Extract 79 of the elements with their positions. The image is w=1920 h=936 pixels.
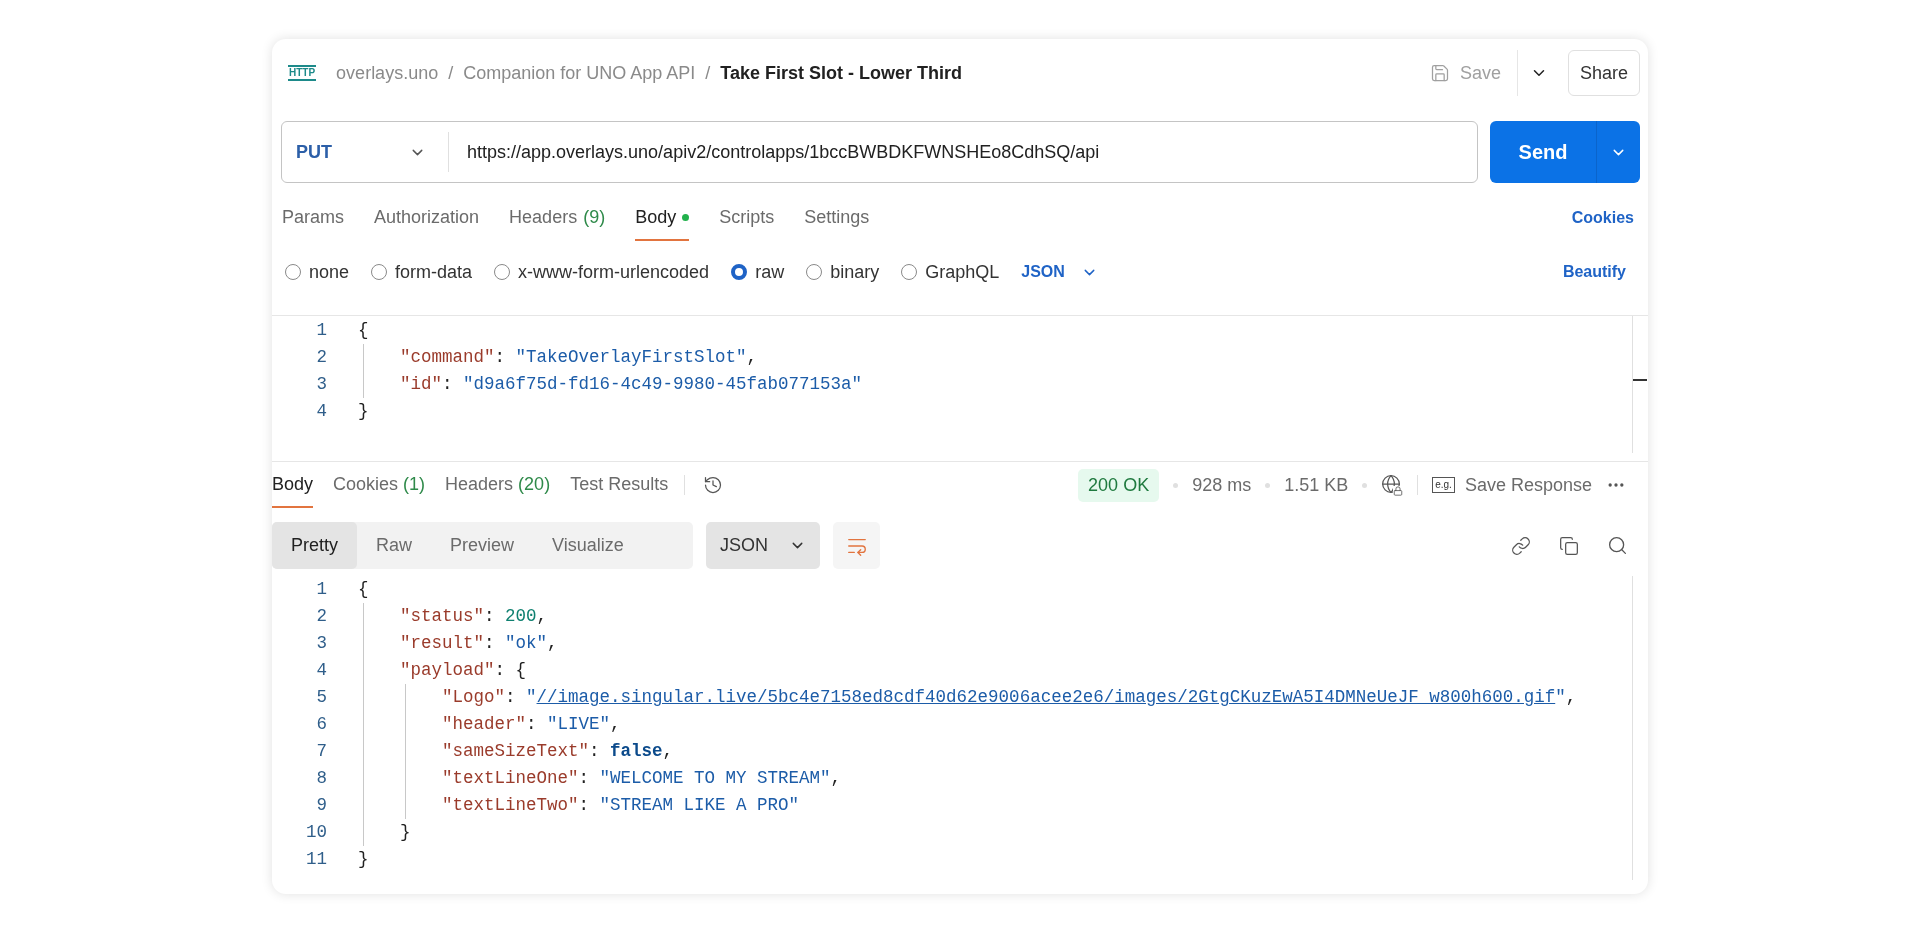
link-icon[interactable]	[1511, 535, 1531, 556]
cookies-link[interactable]: Cookies	[1571, 206, 1634, 230]
method-dropdown[interactable]: PUT	[282, 132, 449, 172]
beautify-button[interactable]: Beautify	[1562, 260, 1626, 284]
code-line: "header": "LIVE",	[442, 713, 621, 737]
code-line: "status": 200,	[400, 605, 548, 629]
line-number: 5	[315, 686, 328, 710]
save-response-button[interactable]: e.g. Save Response	[1432, 471, 1592, 499]
line-number: 1	[315, 319, 328, 343]
body-type-radio[interactable]: GraphQL	[901, 258, 1000, 286]
request-title: Take First Slot - Lower Third	[720, 61, 963, 85]
status-badge: 200 OK	[1078, 468, 1160, 502]
view-mode-tab[interactable]: Preview	[431, 522, 534, 569]
copy-icon[interactable]	[1559, 535, 1579, 556]
format-dropdown[interactable]: JSON	[1021, 260, 1098, 284]
code-line: "result": "ok",	[400, 632, 558, 656]
code-line: "textLineOne": "WELCOME TO MY STREAM",	[442, 767, 842, 791]
request-tab[interactable]: Headers (9)	[509, 195, 606, 241]
response-time: 928 ms	[1192, 473, 1252, 497]
breadcrumb-separator: /	[448, 61, 454, 85]
line-number: 6	[315, 713, 328, 737]
code-line: "id": "d9a6f75d-fd16-4c49-9980-45fab077153a"	[400, 373, 863, 397]
request-tab[interactable]: Settings	[804, 195, 870, 241]
response-size: 1.51 KB	[1284, 473, 1349, 497]
response-tab[interactable]: Headers (20)	[445, 462, 551, 508]
line-number: 3	[315, 373, 328, 397]
send-button[interactable]: Send	[1490, 121, 1597, 183]
code-text: "Logo"	[442, 686, 505, 710]
request-body-editor[interactable]: 1 { 2 "command": "TakeOverlayFirstSlot", 3 "id": "d9a6f75d-fd16-4c49-9980-45fab077153a" 4 }	[272, 316, 1632, 453]
breadcrumb-link[interactable]: Companion for UNO App API	[463, 59, 696, 87]
code-line: "sameSizeText": false,	[442, 740, 674, 764]
body-type-radio[interactable]: form-data	[371, 258, 473, 286]
view-mode-tab[interactable]: Raw	[357, 522, 432, 569]
code-text: "	[526, 686, 537, 710]
line-number: 9	[315, 794, 328, 818]
request-tab[interactable]: Authorization	[374, 195, 480, 241]
response-tab[interactable]: Test Results	[570, 462, 669, 508]
body-type-radio[interactable]: binary	[806, 258, 880, 286]
code-line: "textLineTwo": "STREAM LIKE A PRO"	[442, 794, 800, 818]
body-type-radio[interactable]: none	[285, 258, 350, 286]
request-tab[interactable]: Scripts	[719, 195, 775, 241]
response-format-dropdown[interactable]: JSON	[706, 522, 820, 569]
code-text: "	[1555, 686, 1566, 710]
search-icon[interactable]	[1607, 535, 1628, 556]
line-number: 1	[315, 578, 328, 602]
history-icon[interactable]	[703, 475, 724, 495]
code-line: }	[358, 400, 369, 424]
save-icon	[1429, 63, 1450, 83]
globe-lock-icon[interactable]	[1381, 474, 1404, 496]
code-line: {	[358, 319, 369, 343]
share-button[interactable]: Share	[1568, 50, 1640, 96]
line-number: 7	[315, 740, 328, 764]
code-line: "payload": {	[400, 659, 527, 683]
line-number: 4	[315, 400, 328, 424]
code-line: {	[358, 578, 369, 602]
code-text: ,	[1565, 686, 1577, 710]
code-line: }	[358, 848, 369, 872]
breadcrumb-link[interactable]: overlays.uno	[336, 59, 439, 87]
line-number: 2	[315, 346, 328, 370]
request-tab[interactable]: Body	[635, 195, 690, 241]
line-number: 8	[315, 767, 328, 791]
url-field[interactable]: PUT https://app.overlays.uno/apiv2/controlapps/1bccBWBDKFWNSHEo8CdhSQ/api	[281, 121, 1478, 183]
line-number: 3	[315, 632, 328, 656]
code-line: }	[400, 821, 411, 845]
code-line: "command": "TakeOverlayFirstSlot",	[400, 346, 758, 370]
body-type-radio[interactable]: raw	[731, 258, 785, 286]
body-type-radio[interactable]: x-www-form-urlencoded	[494, 258, 710, 286]
view-mode-tab[interactable]: Pretty	[272, 522, 357, 569]
code-text: :	[505, 686, 517, 710]
breadcrumb-separator: /	[705, 61, 711, 85]
response-tab[interactable]: Body	[272, 462, 314, 508]
link[interactable]: //image.singular.live/5bc4e7158ed8cdf40d62e9006acee2e6/images/2GtgCKuzEwA5I4DMNeUeJF_w800h600.gif	[536, 684, 1556, 711]
response-tab[interactable]: Cookies (1)	[333, 462, 426, 508]
view-mode-tab[interactable]: Visualize	[533, 522, 643, 569]
request-tab[interactable]: Params	[282, 195, 344, 241]
line-number: 11	[305, 848, 328, 872]
line-number: 2	[315, 605, 328, 629]
line-number: 10	[305, 821, 328, 845]
line-number: 4	[315, 659, 328, 683]
